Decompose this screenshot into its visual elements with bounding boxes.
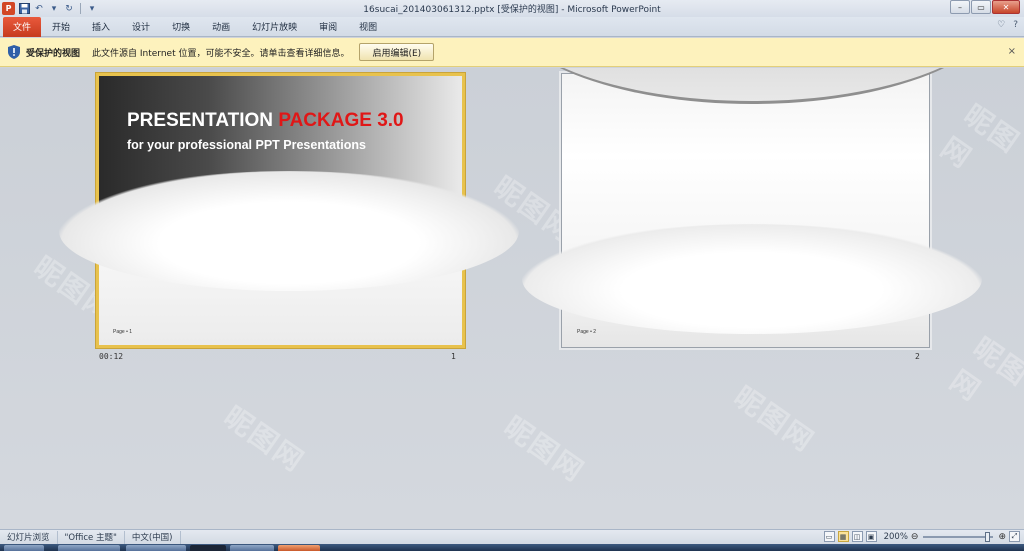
- slide-2-canvas: Page • 2: [502, 68, 1002, 347]
- powerpoint-app-icon[interactable]: P: [2, 2, 15, 15]
- zoom-in-icon[interactable]: ⊕: [998, 532, 1006, 542]
- slide-2-page-label: Page • 2: [577, 329, 596, 335]
- qat-separator: [80, 3, 81, 14]
- slide-1-subtitle: for your professional PPT Presentations: [127, 138, 366, 152]
- close-message-bar-icon[interactable]: ×: [1008, 46, 1016, 57]
- status-language[interactable]: 中文(中国): [125, 530, 181, 544]
- tab-file[interactable]: 文件: [3, 16, 42, 37]
- watermark: 昵图网: [217, 399, 311, 479]
- taskbar-item[interactable]: [190, 545, 226, 551]
- os-taskbar: [0, 544, 1024, 551]
- watermark: 昵图网: [497, 409, 591, 489]
- status-theme[interactable]: "Office 主题": [58, 530, 125, 544]
- customize-qat-icon[interactable]: ▾: [86, 3, 98, 15]
- slide-2-number: 2: [915, 352, 920, 361]
- window-title: 16sucai_201403061312.pptx [受保护的视图] - Mic…: [363, 5, 661, 15]
- expand-ribbon-icon[interactable]: ♡: [997, 20, 1005, 30]
- tab-review[interactable]: 审阅: [308, 17, 348, 37]
- ribbon-tabs: 文件 开始 插入 设计 切换 动画 幻灯片放映 审阅 视图 ♡ ?: [0, 16, 1024, 37]
- minimize-button[interactable]: –: [950, 0, 970, 14]
- window-controls: – ▭ ✕: [950, 0, 1020, 14]
- status-view-name: 幻灯片浏览: [0, 530, 58, 544]
- taskbar-item[interactable]: [230, 545, 274, 551]
- status-bar: 幻灯片浏览 "Office 主题" 中文(中国) ▭ ▦ ◫ ▣ 200% ⊖ …: [0, 529, 1024, 544]
- slide-1-canvas: PRESENTATION PACKAGE 3.0 for your profes…: [59, 76, 519, 345]
- normal-view-icon[interactable]: ▭: [823, 531, 835, 542]
- protected-view-title: 受保护的视图: [26, 48, 81, 59]
- protected-view-bar: 受保护的视图 此文件源自 Internet 位置，可能不安全。请单击查看详细信息…: [0, 38, 1024, 67]
- tab-transitions[interactable]: 切换: [161, 17, 201, 37]
- slide-1-number: 1: [451, 352, 456, 361]
- slide-sorter[interactable]: 昵图网 昵图网 昵图网 昵图网 昵图网 昵图网 昵图网 昵图网 PRESENTA…: [0, 68, 1024, 529]
- tab-design[interactable]: 设计: [121, 17, 161, 37]
- taskbar-item[interactable]: [126, 545, 186, 551]
- taskbar-item[interactable]: [58, 545, 120, 551]
- slide-1-title-white: PRESENTATION: [127, 110, 279, 131]
- slideshow-view-icon[interactable]: ▣: [865, 531, 877, 542]
- slide-2-swoosh: [522, 224, 982, 334]
- watermark: 昵图网: [943, 330, 1024, 408]
- enable-editing-button[interactable]: 启用编辑(E): [359, 43, 435, 61]
- close-button[interactable]: ✕: [992, 0, 1020, 14]
- slide-sorter-view-icon[interactable]: ▦: [837, 531, 849, 542]
- reading-view-icon[interactable]: ◫: [851, 531, 863, 542]
- title-bar: P ↶ ▾ ↻ ▾ 16sucai_201403061312.pptx [受保护…: [0, 0, 1024, 17]
- tab-home[interactable]: 开始: [41, 17, 81, 37]
- tab-view[interactable]: 视图: [348, 17, 388, 37]
- slide-thumbnail-1[interactable]: PRESENTATION PACKAGE 3.0 for your profes…: [59, 73, 519, 348]
- zoom-slider-thumb[interactable]: [985, 531, 991, 542]
- tab-insert[interactable]: 插入: [81, 17, 121, 37]
- zoom-out-icon[interactable]: ⊖: [911, 532, 919, 542]
- undo-dropdown-icon[interactable]: ▾: [48, 3, 60, 15]
- slide-1-page-label: Page • 1: [113, 329, 132, 335]
- undo-icon[interactable]: ↶: [33, 3, 45, 15]
- slide-1-title: PRESENTATION PACKAGE 3.0: [127, 110, 404, 132]
- redo-icon[interactable]: ↻: [63, 3, 75, 15]
- ribbon-right-controls: ♡ ?: [997, 20, 1018, 30]
- taskbar-start-button[interactable]: [4, 545, 44, 551]
- slide-1-timing: 00:12: [99, 352, 124, 361]
- fit-to-window-icon[interactable]: ⤢: [1009, 531, 1020, 542]
- tab-slideshow[interactable]: 幻灯片放映: [241, 17, 308, 37]
- save-icon[interactable]: [18, 3, 30, 15]
- zoom-slider[interactable]: [923, 531, 994, 542]
- slide-1-title-red: PACKAGE 3.0: [278, 110, 404, 131]
- tab-animations[interactable]: 动画: [201, 17, 241, 37]
- protected-view-message: 此文件源自 Internet 位置，可能不安全。请单击查看详细信息。: [92, 48, 350, 59]
- slide-thumbnail-2[interactable]: Page • 2: [502, 68, 1002, 348]
- slide-2-arc: [502, 68, 1002, 104]
- status-right-controls: ▭ ▦ ◫ ▣ 200% ⊖ ⊕ ⤢: [823, 531, 1020, 542]
- watermark: 昵图网: [727, 379, 821, 459]
- taskbar-item-powerpoint[interactable]: [278, 545, 320, 551]
- restore-button[interactable]: ▭: [971, 0, 991, 14]
- slide-1-swoosh: [59, 171, 519, 291]
- help-icon[interactable]: ?: [1013, 20, 1018, 30]
- quick-access-toolbar: P ↶ ▾ ↻ ▾: [0, 2, 98, 15]
- zoom-level[interactable]: 200%: [884, 532, 908, 542]
- watermark: 昵图网: [934, 98, 1024, 176]
- shield-icon: [8, 45, 20, 59]
